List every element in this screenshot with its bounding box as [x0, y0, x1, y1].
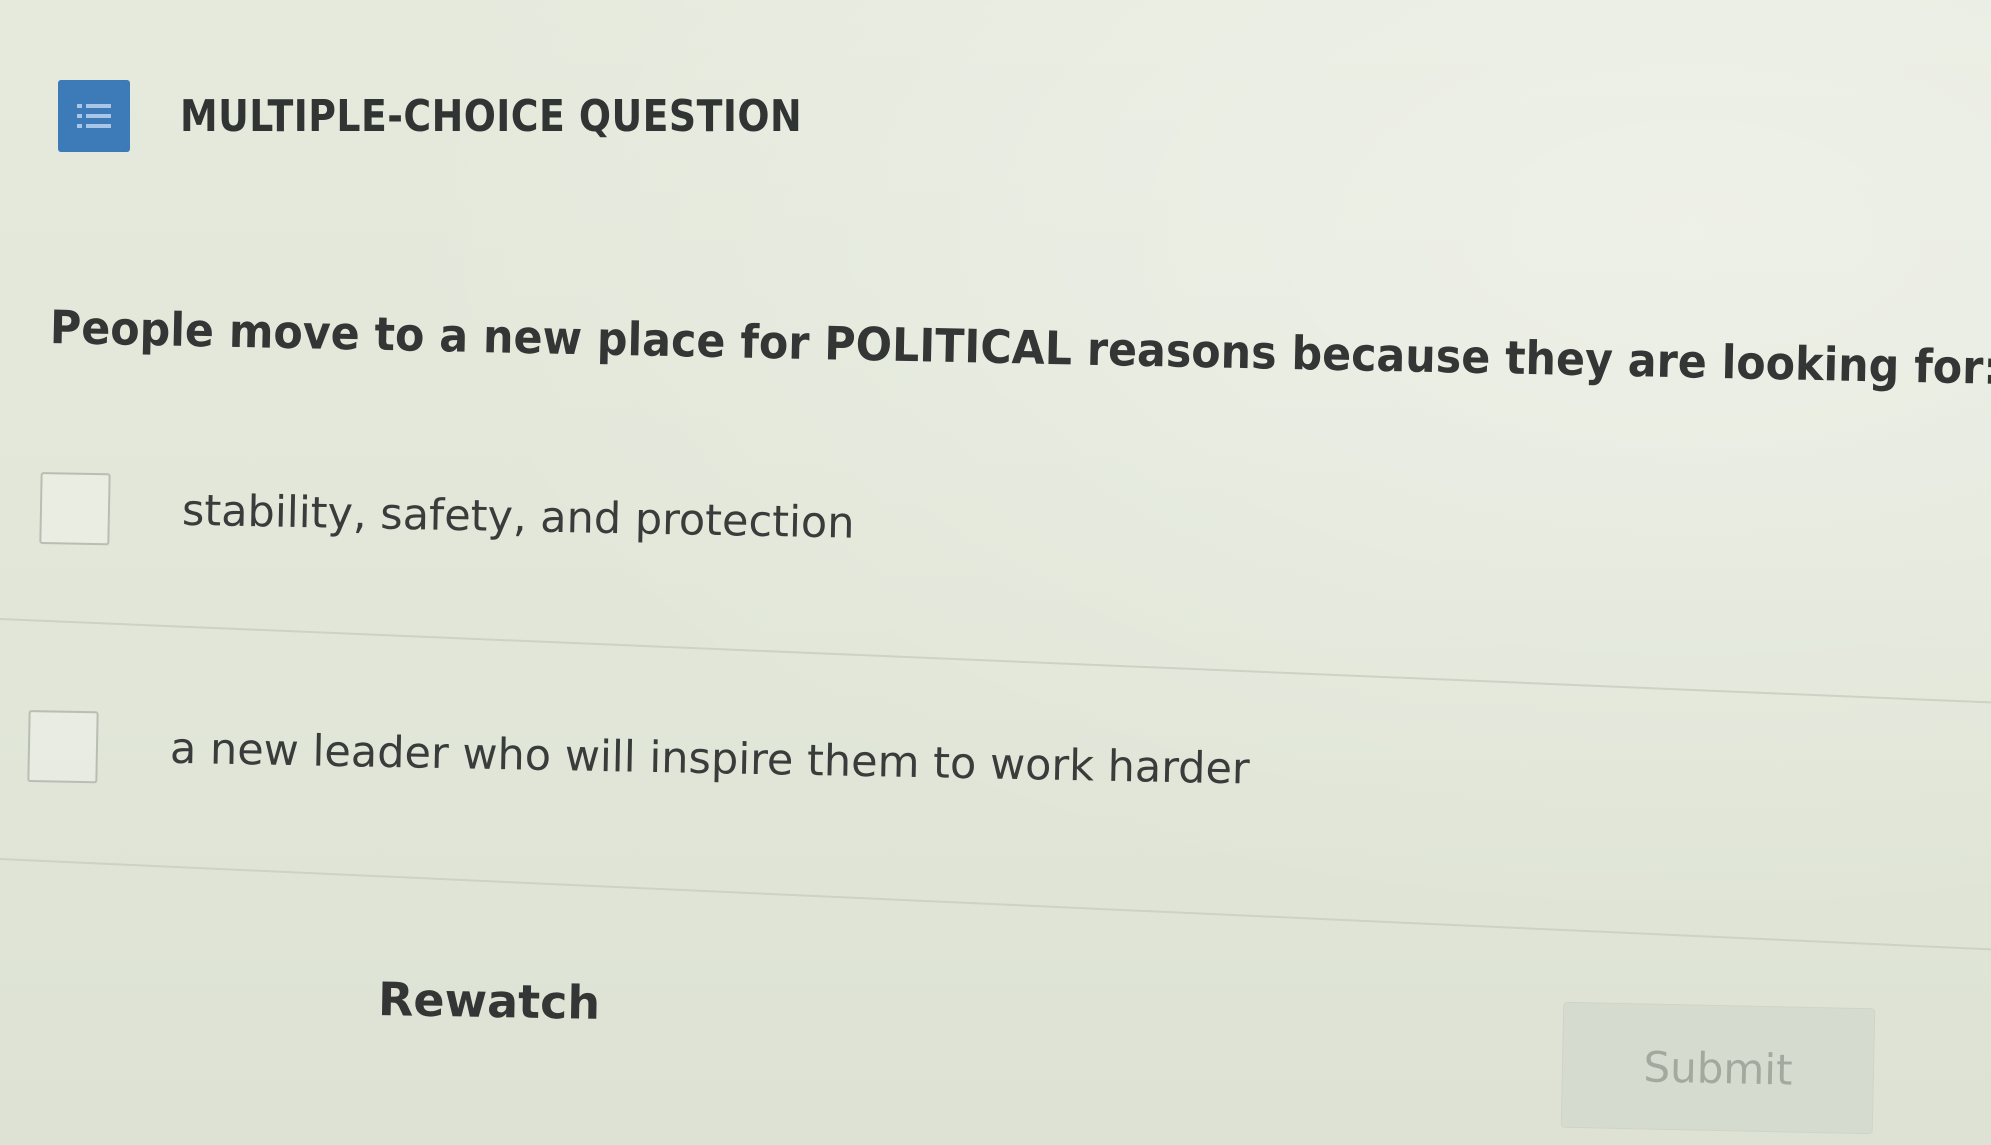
answer-checkbox-2[interactable]	[27, 710, 99, 784]
answer-option-1[interactable]: stability, safety, and protection	[39, 472, 855, 560]
answer-option-2[interactable]: a new leader who will inspire them to wo…	[27, 710, 1250, 805]
option-divider	[0, 618, 1991, 705]
rewatch-button[interactable]: Rewatch	[378, 972, 601, 1030]
answer-label-2: a new leader who will inspire them to wo…	[169, 723, 1251, 795]
question-header: MULTIPLE-CHOICE QUESTION	[58, 80, 903, 152]
quiz-screen: MULTIPLE-CHOICE QUESTION People move to …	[0, 0, 1991, 1145]
list-icon	[58, 80, 130, 152]
submit-button[interactable]: Submit	[1560, 1001, 1876, 1135]
option-divider	[0, 858, 1991, 952]
answer-checkbox-1[interactable]	[39, 472, 111, 546]
answer-label-1: stability, safety, and protection	[181, 485, 855, 549]
list-icon-glyph	[77, 104, 111, 128]
question-text: People move to a new place for POLITICAL…	[49, 300, 1991, 395]
question-type-title: MULTIPLE-CHOICE QUESTION	[180, 90, 803, 142]
